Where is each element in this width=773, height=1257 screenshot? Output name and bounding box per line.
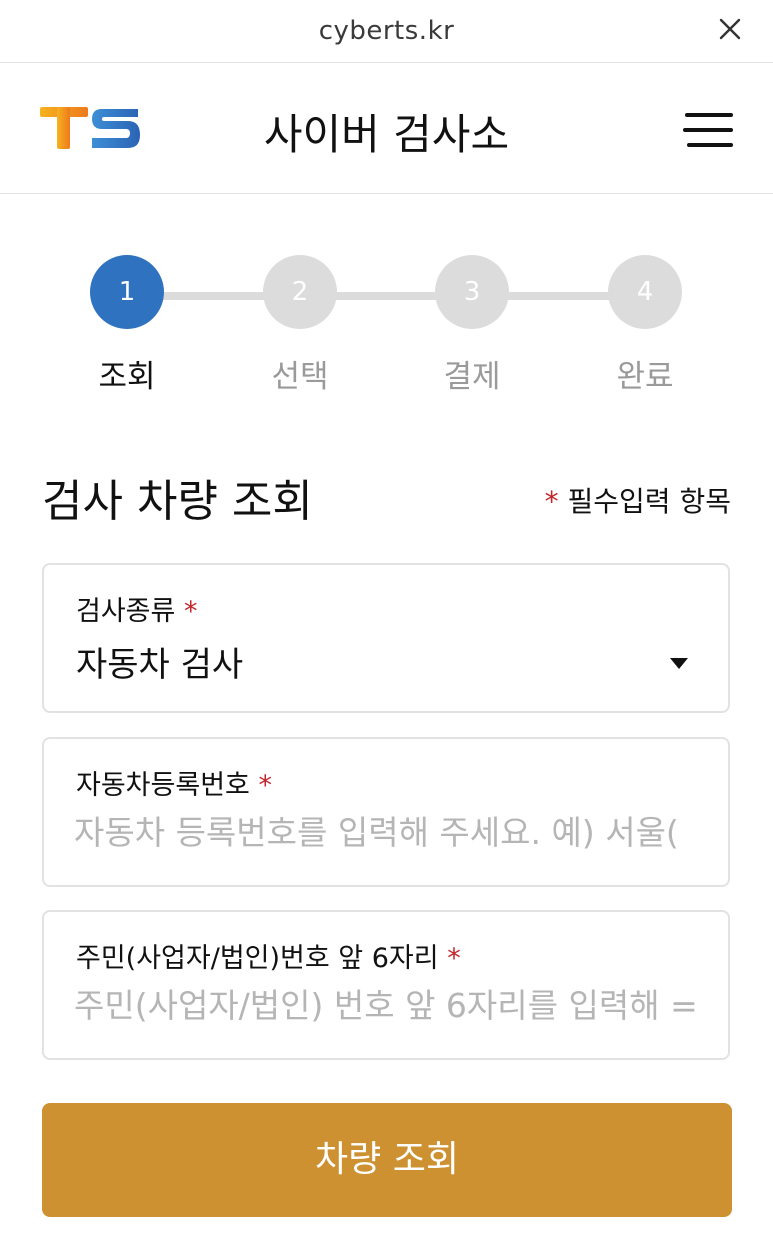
progress-steps: 1 조회 2 선택 3 결제 4 완료 <box>0 255 773 395</box>
required-star: * <box>447 943 461 974</box>
step-label: 조회 <box>98 359 156 395</box>
step-4: 4 완료 <box>570 255 720 396</box>
step-number: 1 <box>90 255 164 329</box>
inspection-type-label: 검사종류 * <box>76 589 197 628</box>
step-label: 완료 <box>616 359 674 395</box>
plate-number-label: 자동차등록번호 * <box>76 763 272 802</box>
required-star: * <box>258 770 272 801</box>
close-icon[interactable] <box>715 14 745 44</box>
page-title: 사이버 검사소 <box>263 110 510 159</box>
step-label: 선택 <box>271 359 329 395</box>
step-3: 3 결제 <box>397 255 547 396</box>
dropdown-arrow-icon <box>670 658 688 669</box>
plate-number-label-text: 자동차등록번호 <box>76 770 250 801</box>
step-number: 3 <box>435 255 509 329</box>
required-star: * <box>544 485 559 518</box>
step-1: 1 조회 <box>52 255 202 396</box>
inspection-type-select[interactable]: 검사종류 * 자동차 검사 <box>42 563 730 713</box>
id-number-label-text: 주민(사업자/법인)번호 앞 6자리 <box>76 943 439 974</box>
plate-number-input[interactable] <box>74 807 714 857</box>
inspection-type-label-text: 검사종류 <box>76 596 176 627</box>
required-star: * <box>183 596 198 627</box>
browser-url: cyberts.kr <box>318 16 455 46</box>
step-2: 2 선택 <box>225 255 375 396</box>
steps-connector-line <box>150 292 620 300</box>
id-number-label: 주민(사업자/법인)번호 앞 6자리 * <box>76 936 461 975</box>
id-number-input[interactable] <box>74 980 714 1030</box>
step-number: 2 <box>263 255 337 329</box>
step-number: 4 <box>608 255 682 329</box>
plate-number-field: 자동차등록번호 * <box>42 737 730 887</box>
vehicle-search-button[interactable]: 차량 조회 <box>42 1103 732 1217</box>
inspection-type-value: 자동차 검사 <box>76 645 244 685</box>
site-header: 사이버 검사소 <box>0 63 773 194</box>
form-title: 검사 차량 조회 <box>42 476 313 527</box>
step-label: 결제 <box>443 359 501 395</box>
required-note: * 필수입력 항목 <box>545 480 731 520</box>
id-number-field: 주민(사업자/법인)번호 앞 6자리 * <box>42 910 730 1060</box>
browser-bar: cyberts.kr <box>0 0 773 63</box>
hamburger-menu-icon[interactable] <box>681 113 733 149</box>
required-note-text: 필수입력 항목 <box>567 485 731 518</box>
